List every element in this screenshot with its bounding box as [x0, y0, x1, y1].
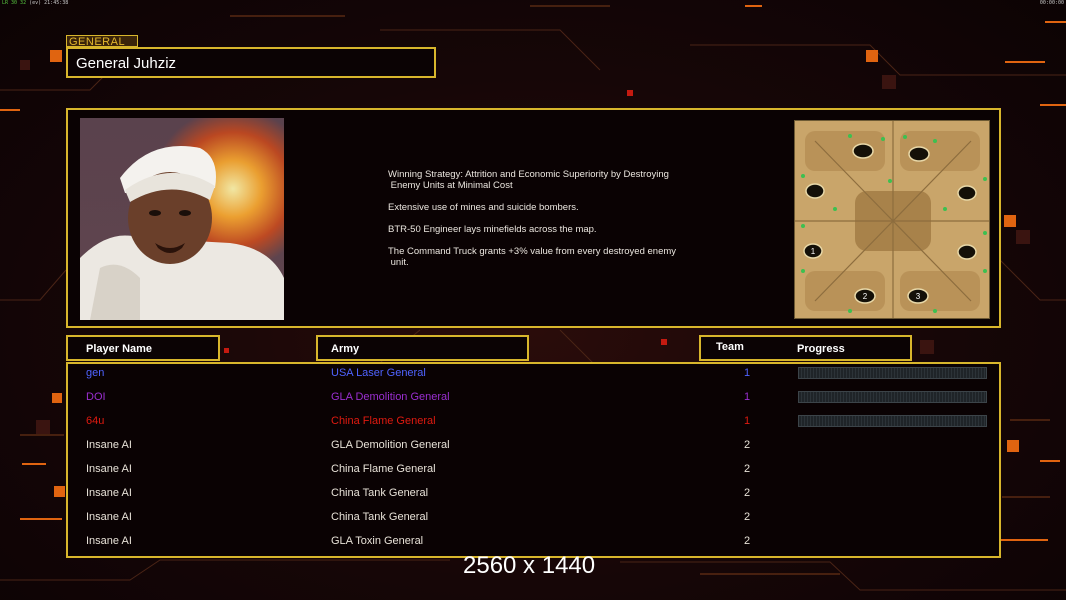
- description-line: BTR-50 Engineer lays minefields across t…: [388, 224, 597, 235]
- resolution-overlay: 2560 x 1440: [463, 552, 596, 579]
- player-row: DOI GLA Demolition General 1: [0, 391, 1066, 415]
- player-progress-bar: [798, 391, 987, 403]
- player-team: 1: [743, 415, 751, 427]
- player-row: Insane AI China Tank General 2: [0, 511, 1066, 535]
- player-army: GLA Demolition General: [331, 391, 450, 403]
- map-marker-1: 1: [811, 247, 816, 256]
- status-left-text: (ev) 21:45:38: [29, 0, 69, 6]
- general-description: Winning Strategy: Attrition and Economic…: [388, 169, 708, 279]
- player-team: 2: [743, 511, 751, 523]
- player-row: gen USA Laser General 1: [0, 367, 1066, 391]
- player-army: China Flame General: [331, 463, 436, 475]
- description-line: The Command Truck grants +3% value from …: [388, 246, 677, 268]
- army-header: Army: [316, 335, 529, 361]
- player-name-header-label: Player Name: [86, 343, 153, 355]
- description-line: Extensive use of mines and suicide bombe…: [388, 202, 579, 213]
- player-team: 1: [743, 367, 751, 379]
- team-progress-header: Team Progress: [699, 335, 912, 361]
- army-header-label: Army: [331, 343, 360, 355]
- map-marker-3: 3: [916, 292, 921, 301]
- general-tab: GENERAL: [66, 35, 138, 48]
- player-army: GLA Toxin General: [331, 535, 424, 547]
- player-name: Insane AI: [86, 511, 132, 523]
- map-preview: 1 2 3: [794, 120, 990, 319]
- player-team: 2: [743, 487, 751, 499]
- team-header-label: Team: [716, 341, 744, 353]
- player-team: 2: [743, 535, 751, 547]
- player-army: China Tank General: [331, 511, 429, 523]
- general-portrait: [80, 118, 284, 320]
- player-team: 1: [743, 391, 751, 403]
- player-progress-bar: [798, 367, 987, 379]
- map-marker-2: 2: [863, 292, 868, 301]
- player-army: China Tank General: [331, 487, 429, 499]
- player-progress-bar: [798, 415, 987, 427]
- player-name-header: Player Name: [66, 335, 220, 361]
- player-name: Insane AI: [86, 463, 132, 475]
- general-name-box: General Juhziz: [66, 47, 436, 78]
- player-name: Insane AI: [86, 439, 132, 451]
- progress-header-label: Progress: [797, 343, 845, 355]
- player-row: Insane AI China Flame General 2: [0, 463, 1066, 487]
- player-name: Insane AI: [86, 535, 132, 547]
- player-name: 64u: [86, 415, 105, 427]
- player-name: DOI: [86, 391, 106, 403]
- player-name: Insane AI: [86, 487, 132, 499]
- general-name: General Juhziz: [76, 55, 177, 72]
- description-line: Winning Strategy: Attrition and Economic…: [388, 169, 669, 191]
- player-team: 2: [743, 463, 751, 475]
- player-army: USA Laser General: [331, 367, 426, 379]
- status-left-green: LR 30 32: [2, 0, 27, 6]
- player-army: China Flame General: [331, 415, 436, 427]
- player-row: Insane AI GLA Demolition General 2: [0, 439, 1066, 463]
- player-army: GLA Demolition General: [331, 439, 450, 451]
- status-right-text: 00:00:00: [1039, 0, 1064, 6]
- player-team: 2: [743, 439, 751, 451]
- player-name: gen: [86, 367, 105, 379]
- status-bar: LR 30 32 (ev) 21:45:38 00:00:00: [0, 0, 1066, 7]
- player-row: Insane AI China Tank General 2: [0, 487, 1066, 511]
- player-row: 64u China Flame General 1: [0, 415, 1066, 439]
